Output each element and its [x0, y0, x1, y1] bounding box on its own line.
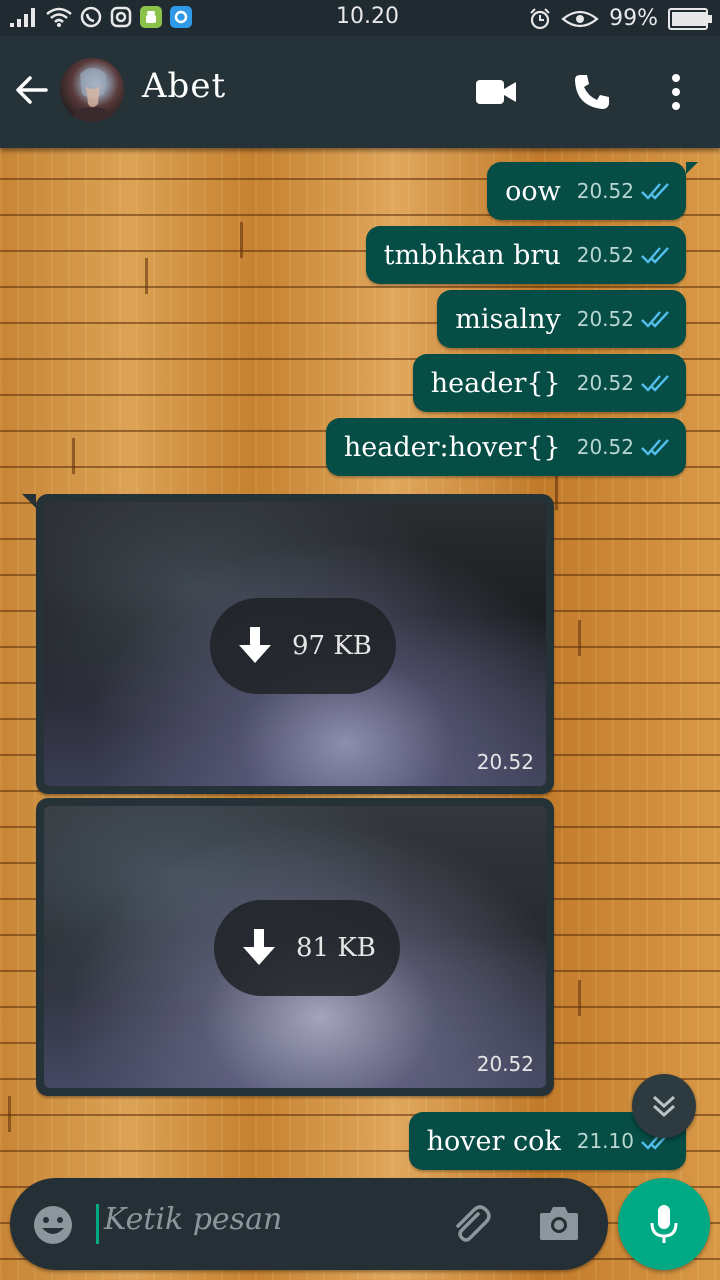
chat-header: Abet [0, 36, 720, 148]
battery-icon [668, 7, 712, 30]
message-text: hover cok [426, 1125, 561, 1157]
message-bubble-outgoing[interactable]: misalny 20.52 [437, 290, 686, 348]
video-call-icon[interactable] [474, 72, 518, 112]
message-time: 20.52 [576, 435, 634, 459]
message-time: 20.52 [576, 243, 634, 267]
message-bubble-outgoing[interactable]: header:hover{} 20.52 [325, 418, 686, 476]
wood-seam [240, 222, 243, 258]
wood-seam [145, 258, 148, 294]
message-time: 21.10 [576, 1129, 634, 1153]
microphone-icon [650, 1205, 678, 1243]
media-message-incoming[interactable]: 81 KB 20.52 [36, 798, 554, 1096]
whatsapp-icon [80, 6, 102, 28]
more-options-icon[interactable] [668, 72, 684, 112]
message-time: 20.52 [576, 307, 634, 331]
message-meta: 20.52 [577, 243, 672, 267]
status-bar: 10.20 99% [0, 0, 720, 36]
message-time: 20.52 [576, 371, 634, 395]
message-text: oow [505, 175, 561, 207]
voice-call-icon[interactable] [572, 72, 612, 112]
message-text: header{} [430, 367, 561, 399]
download-button[interactable]: 81 KB [214, 900, 400, 996]
media-size: 81 KB [296, 933, 376, 963]
double-chevron-down-icon [652, 1095, 676, 1118]
message-time: 20.52 [476, 1052, 534, 1076]
signal-icon [10, 8, 35, 27]
voice-record-button[interactable] [618, 1178, 710, 1270]
download-arrow-icon [239, 627, 271, 663]
attachment-icon[interactable] [448, 1202, 494, 1248]
emoji-icon[interactable] [32, 1204, 74, 1246]
wood-seam [72, 438, 75, 474]
instagram-icon [110, 6, 132, 28]
wood-seam [578, 980, 581, 1016]
blurred-image-thumbnail[interactable]: 81 KB 20.52 [44, 806, 546, 1088]
bubble-tail [22, 494, 36, 508]
contact-name[interactable]: Abet [142, 66, 226, 106]
text-cursor [96, 1204, 99, 1244]
avatar[interactable] [60, 58, 124, 122]
media-message-incoming[interactable]: 97 KB 20.52 [36, 494, 554, 794]
read-receipt-icon [641, 375, 669, 392]
wood-seam [555, 474, 558, 510]
eye-icon [561, 10, 599, 27]
message-text: header:hover{} [343, 431, 561, 463]
message-text: tmbhkan bru [383, 239, 561, 271]
status-icons-right: 99% [529, 6, 712, 31]
message-meta: 20.52 [577, 179, 672, 203]
message-bubble-outgoing[interactable]: header{} 20.52 [412, 354, 686, 412]
download-button[interactable]: 97 KB [210, 598, 396, 694]
camera-icon[interactable] [538, 1204, 580, 1242]
media-size: 97 KB [292, 631, 372, 661]
download-arrow-icon [243, 929, 275, 965]
message-time: 20.52 [476, 750, 534, 774]
android-app-icon [140, 6, 162, 28]
read-receipt-icon [641, 247, 669, 264]
bubble-tail [686, 162, 698, 174]
battery-percent: 99% [609, 6, 658, 31]
message-composer: Ketik pesan [10, 1178, 608, 1270]
message-meta: 20.52 [577, 307, 672, 331]
message-time: 20.52 [576, 179, 634, 203]
message-input[interactable]: Ketik pesan [104, 1202, 282, 1237]
message-text: misalny [455, 303, 561, 335]
blurred-image-thumbnail[interactable]: 97 KB 20.52 [44, 502, 546, 786]
scroll-to-bottom-button[interactable] [632, 1074, 696, 1138]
wood-seam [8, 1096, 11, 1132]
status-time: 10.20 [336, 4, 399, 29]
message-meta: 20.52 [577, 435, 672, 459]
app-notification-icon [170, 6, 192, 28]
wifi-icon [46, 7, 72, 27]
message-bubble-outgoing[interactable]: tmbhkan bru 20.52 [365, 226, 686, 284]
read-receipt-icon [641, 183, 669, 200]
back-arrow-icon[interactable] [14, 72, 50, 108]
status-icons-left [10, 6, 192, 28]
alarm-icon [530, 7, 550, 29]
wood-seam [578, 620, 581, 656]
read-receipt-icon [641, 311, 669, 328]
message-bubble-outgoing[interactable]: oow 20.52 [487, 162, 686, 220]
read-receipt-icon [641, 439, 669, 456]
message-meta: 20.52 [577, 371, 672, 395]
